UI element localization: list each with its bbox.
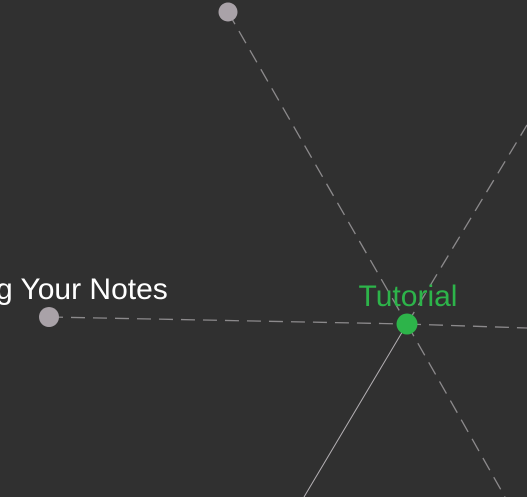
getting-your-notes-label: g Your Notes (0, 273, 168, 306)
link-tutorial-to-right (406, 323, 527, 329)
getting-your-notes-node[interactable] (39, 307, 59, 327)
link-top-to-tutorial (227, 11, 408, 325)
tutorial-node[interactable] (396, 313, 418, 335)
tutorial-label: Tutorial (359, 280, 458, 313)
link-top-tutorial-continued (406, 323, 506, 497)
graph-view[interactable]: g Your Notes Tutorial (0, 0, 527, 497)
link-notes-to-tutorial (48, 316, 408, 325)
top-node[interactable] (218, 2, 238, 22)
link-tutorial-to-bottom-left (303, 323, 408, 497)
